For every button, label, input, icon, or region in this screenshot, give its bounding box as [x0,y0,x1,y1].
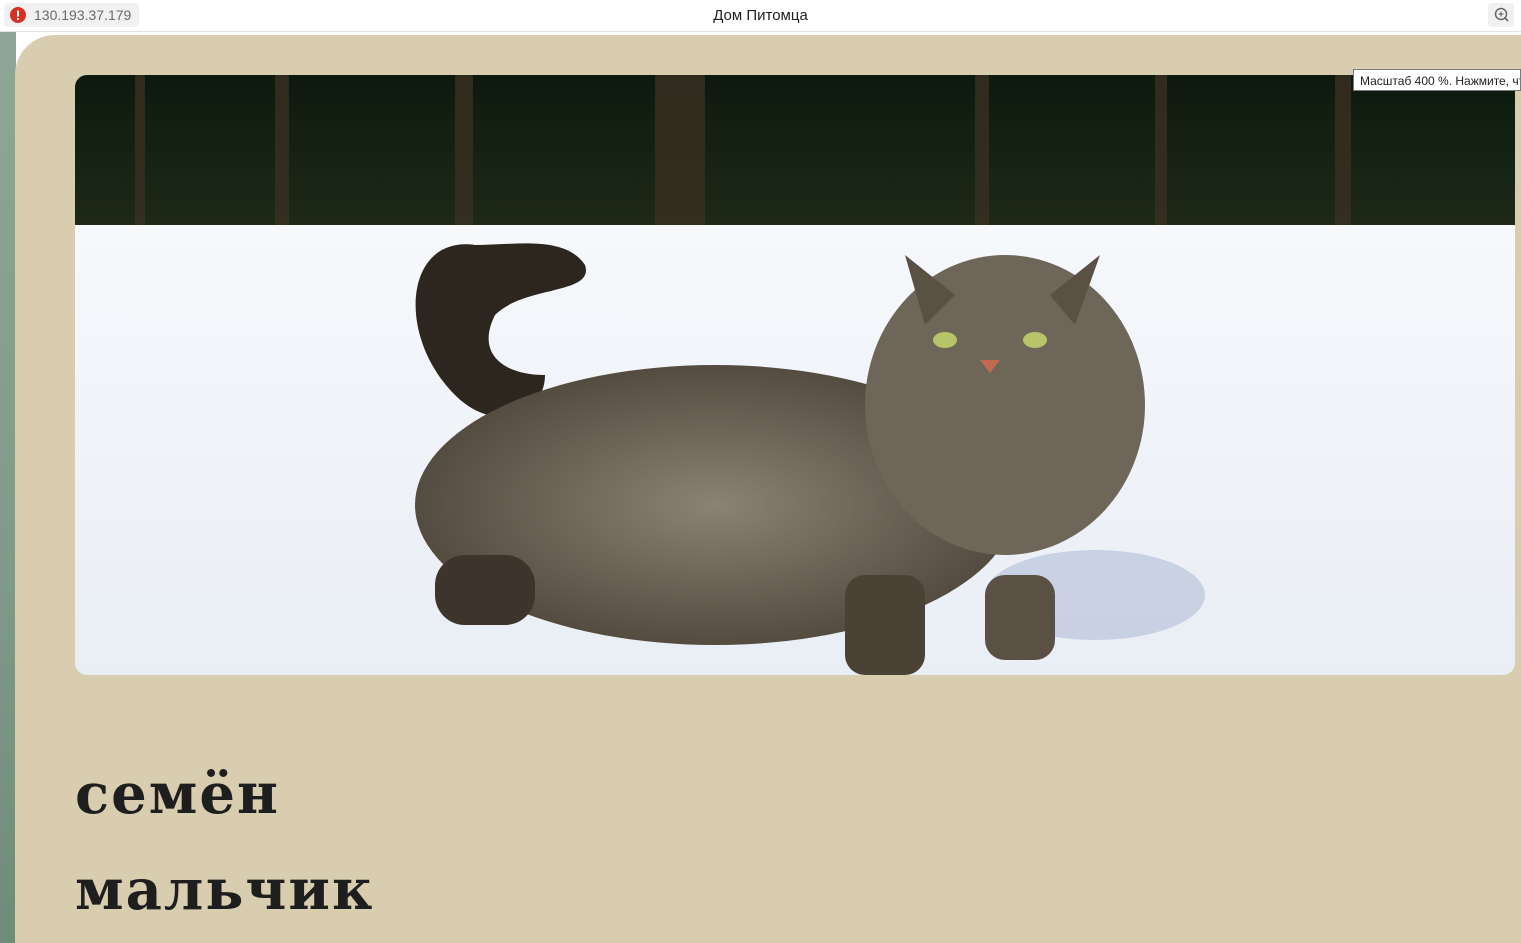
page-title: Дом Питомца [713,7,808,24]
side-background [0,32,16,943]
pet-sex: Мальчик [75,857,375,923]
zoom-icon [1494,7,1509,22]
pet-photo [75,75,1515,675]
browser-titlebar: 130.193.37.179 Дом Питомца [0,0,1521,32]
zoom-tooltip: Масштаб 400 %. Нажмите, что [1353,69,1521,91]
pet-name: Семён [75,761,280,827]
cat-photo-image [75,75,1515,675]
pet-card: Семён Мальчик [15,35,1521,943]
page-viewport: Семён Мальчик Масштаб 400 %. Нажмите, чт… [0,32,1521,943]
zoom-button[interactable] [1488,3,1514,27]
